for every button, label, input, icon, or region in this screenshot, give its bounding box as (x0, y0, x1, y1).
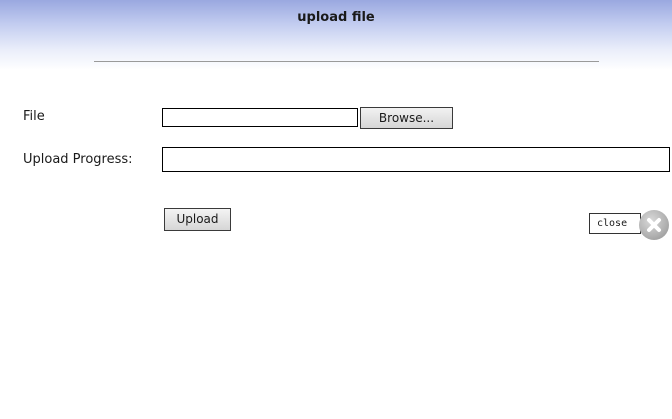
close-x-circle-icon[interactable] (639, 210, 669, 240)
file-label: File (23, 109, 45, 124)
file-path-field[interactable] (162, 108, 358, 127)
upload-button[interactable]: Upload (164, 208, 231, 231)
upload-progress-label: Upload Progress: (23, 152, 133, 167)
upload-dialog: upload file File Browse... Upload Progre… (0, 0, 672, 419)
header-divider (94, 61, 599, 62)
dialog-header: upload file (0, 0, 672, 70)
close-control[interactable]: close (589, 210, 672, 240)
close-x-glyph (647, 218, 661, 232)
dialog-title: upload file (297, 10, 375, 25)
browse-button[interactable]: Browse... (360, 107, 453, 129)
upload-progress-bar (162, 147, 670, 172)
close-button[interactable]: close (589, 213, 641, 234)
